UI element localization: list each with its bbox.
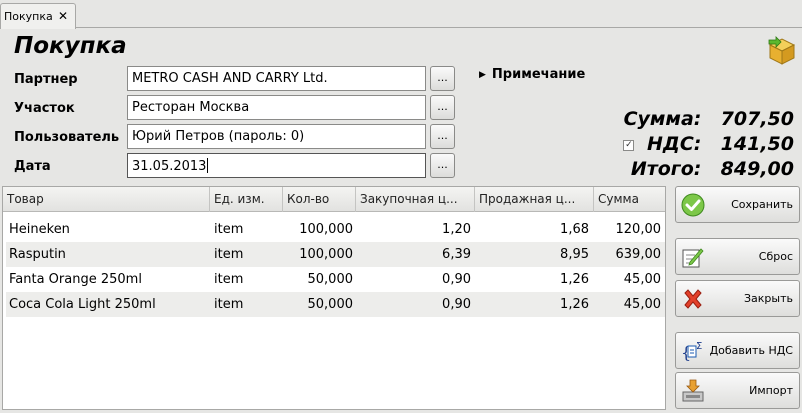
table-row[interactable]: Coca Cola Light 250ml item 50,000 0,90 1…: [6, 292, 665, 317]
table-row[interactable]: Rasputin item 100,000 6,39 8,95 639,00: [6, 242, 665, 267]
expander-triangle-icon: ▶: [479, 70, 486, 80]
cell-purchase-price: 6,39: [442, 247, 471, 262]
site-label: Участок: [14, 101, 75, 116]
partner-label: Партнер: [14, 72, 78, 87]
add-vat-button-label: Добавить НДС: [709, 344, 793, 357]
sum-value: 707,50: [720, 108, 794, 130]
save-button-label: Сохранить: [731, 198, 793, 211]
add-vat-button[interactable]: { Σ Добавить НДС: [675, 332, 800, 369]
note-label: Примечание: [491, 67, 586, 82]
tab-label: Покупка: [4, 10, 53, 23]
date-field[interactable]: 31.05.2013: [127, 153, 426, 178]
column-header-purchase-price[interactable]: Закупочная ц...: [356, 187, 475, 212]
site-field[interactable]: Ресторан Москва: [127, 95, 426, 120]
import-button-label: Импорт: [749, 384, 793, 397]
cell-unit: item: [214, 222, 244, 237]
reset-button[interactable]: Сброс: [675, 238, 800, 275]
table-row[interactable]: Fanta Orange 250ml item 50,000 0,90 1,26…: [6, 267, 665, 292]
table-row[interactable]: Heineken item 100,000 1,20 1,68 120,00: [6, 217, 665, 242]
note-expander[interactable]: ▶ Примечание: [479, 67, 585, 82]
tab-bar: Покупка ✕: [0, 0, 802, 29]
column-header-sum[interactable]: Сумма: [594, 187, 665, 212]
tab-purchase[interactable]: Покупка ✕: [0, 3, 76, 29]
cell-quantity: 50,000: [307, 297, 354, 312]
cell-sum: 45,00: [623, 272, 661, 287]
date-value: 31.05.2013: [132, 159, 207, 174]
edit-icon: [682, 248, 704, 268]
cell-product: Fanta Orange 250ml: [9, 272, 142, 287]
user-browse-button[interactable]: ...: [430, 124, 455, 149]
vat-label: НДС:: [647, 133, 702, 155]
cell-purchase-price: 0,90: [442, 297, 471, 312]
save-button[interactable]: Сохранить: [675, 186, 800, 223]
cell-product: Coca Cola Light 250ml: [9, 297, 156, 312]
page-title: Покупка: [14, 33, 127, 59]
checkmark-icon: [681, 193, 705, 217]
cell-quantity: 50,000: [307, 272, 354, 287]
red-x-icon: [684, 289, 702, 309]
text-caret: [207, 158, 209, 173]
close-button[interactable]: Закрыть: [675, 280, 800, 317]
cell-sale-price: 1,26: [560, 272, 589, 287]
cell-unit: item: [214, 247, 244, 262]
cell-sum: 639,00: [615, 247, 662, 262]
vat-value: 141,50: [720, 133, 794, 155]
cell-purchase-price: 0,90: [442, 272, 471, 287]
cell-product: Rasputin: [9, 247, 66, 262]
vat-formula-icon: { Σ: [681, 341, 702, 362]
user-field[interactable]: Юрий Петров (пароль: 0): [127, 124, 426, 149]
date-picker-button[interactable]: ...: [430, 153, 455, 178]
sum-total: Сумма: 707,50: [624, 108, 794, 130]
box-arrow-icon: [768, 36, 796, 65]
items-table[interactable]: Товар Ед. изм. Кол-во Закупочная ц... Пр…: [2, 186, 666, 410]
total-value: 849,00: [720, 158, 794, 180]
table-header: Товар Ед. изм. Кол-во Закупочная ц... Пр…: [3, 187, 665, 212]
partner-field[interactable]: METRO CASH AND CARRY Ltd.: [127, 66, 426, 91]
grand-total: Итого: 849,00: [631, 158, 794, 180]
import-button[interactable]: Импорт: [675, 372, 800, 409]
cell-quantity: 100,000: [299, 247, 353, 262]
cell-unit: item: [214, 272, 244, 287]
column-header-unit[interactable]: Ед. изм.: [210, 187, 283, 212]
close-button-label: Закрыть: [744, 292, 793, 305]
svg-text:Σ: Σ: [696, 341, 702, 352]
total-label: Итого:: [630, 158, 702, 180]
date-label: Дата: [14, 159, 51, 174]
tab-close-icon[interactable]: ✕: [58, 9, 68, 23]
cell-product: Heineken: [9, 222, 70, 237]
column-header-sale-price[interactable]: Продажная ц...: [475, 187, 594, 212]
cell-sum: 45,00: [623, 297, 661, 312]
vat-checkbox[interactable]: ✓: [623, 140, 635, 151]
cell-sale-price: 8,95: [560, 247, 589, 262]
column-header-quantity[interactable]: Кол-во: [283, 187, 356, 212]
cell-unit: item: [214, 297, 244, 312]
cell-quantity: 100,000: [299, 222, 353, 237]
column-header-product[interactable]: Товар: [3, 187, 210, 212]
cell-sum: 120,00: [615, 222, 662, 237]
reset-button-label: Сброс: [758, 250, 793, 263]
vat-total: ✓ НДС: 141,50: [623, 133, 794, 155]
sum-label: Сумма:: [623, 108, 702, 130]
cell-purchase-price: 1,20: [442, 222, 471, 237]
import-icon: [682, 379, 704, 402]
user-label: Пользователь: [14, 130, 120, 145]
cell-sale-price: 1,68: [560, 222, 589, 237]
site-browse-button[interactable]: ...: [430, 95, 455, 120]
cell-sale-price: 1,26: [560, 297, 589, 312]
partner-browse-button[interactable]: ...: [430, 66, 455, 91]
